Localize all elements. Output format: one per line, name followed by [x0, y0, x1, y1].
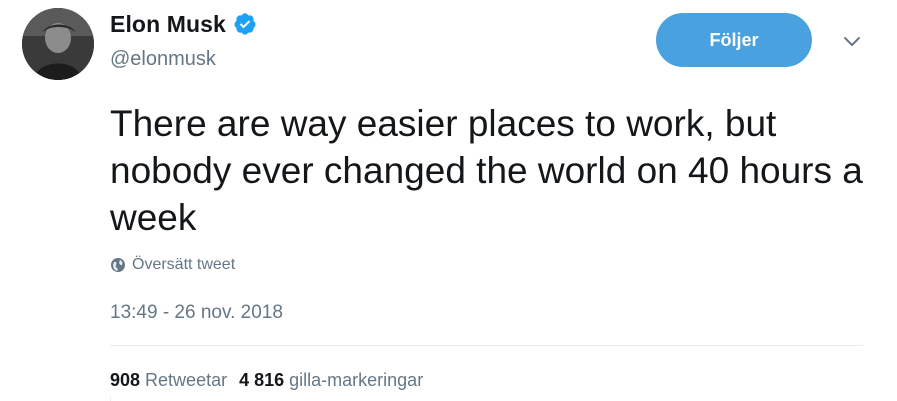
- display-name-row[interactable]: Elon Musk: [110, 9, 257, 39]
- tweet-timestamp[interactable]: 13:49 - 26 nov. 2018: [110, 302, 283, 324]
- avatar[interactable]: [22, 8, 94, 80]
- translate-tweet-link[interactable]: Översätt tweet: [110, 256, 235, 274]
- retweets-count: 908: [110, 370, 141, 390]
- verified-badge-icon: [234, 13, 256, 35]
- likes-stat[interactable]: 4 816 gilla-markeringar: [239, 370, 423, 391]
- translate-tweet-label[interactable]: Översätt tweet: [132, 256, 235, 274]
- display-name[interactable]: Elon Musk: [110, 11, 226, 38]
- following-button[interactable]: Följer: [656, 13, 812, 67]
- avatar-image: [22, 8, 94, 80]
- globe-icon: [111, 258, 125, 272]
- likes-label: gilla-markeringar: [289, 370, 424, 390]
- divider: [110, 345, 863, 346]
- tweet-text: There are way easier places to work, but…: [110, 103, 863, 238]
- tweet-stats: 908 Retweetar 4 816 gilla-markeringar: [110, 370, 435, 391]
- likes-count: 4 816: [239, 370, 285, 390]
- bottom-edge-line: [110, 396, 111, 401]
- retweets-stat[interactable]: 908 Retweetar: [110, 370, 227, 391]
- chevron-down-icon[interactable]: [840, 30, 864, 54]
- retweets-label: Retweetar: [145, 370, 228, 390]
- user-handle[interactable]: @elonmusk: [110, 48, 216, 71]
